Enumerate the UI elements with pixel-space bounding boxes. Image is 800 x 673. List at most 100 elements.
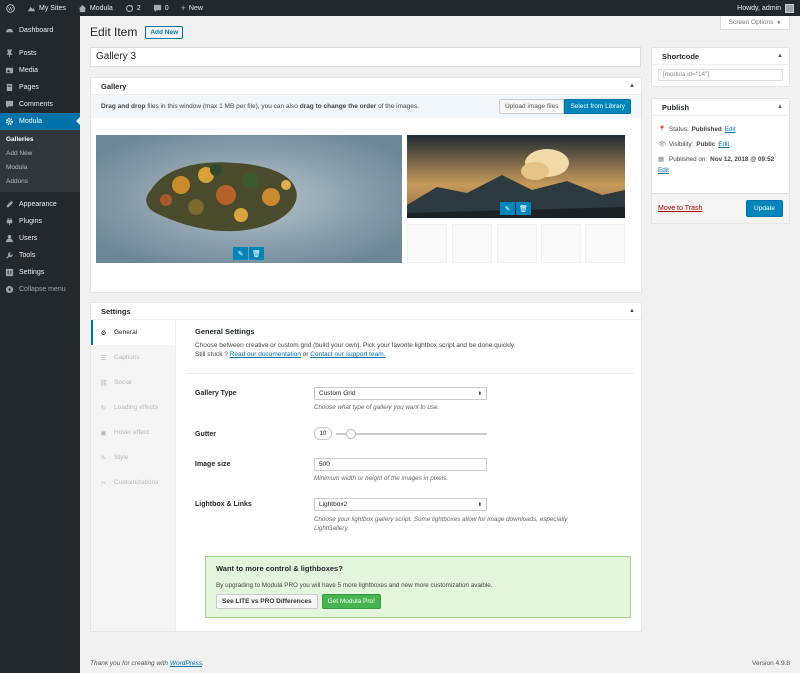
image-size-value: 500 [319,461,330,468]
comments-link[interactable]: 0 [147,0,175,16]
support-link[interactable]: Contact our support team. [310,351,385,358]
submenu-item-modula[interactable]: Modula [0,160,80,174]
sidebar-item-settings[interactable]: Settings [0,264,80,281]
account-menu[interactable]: Howdy, admin [737,3,800,13]
wp-logo[interactable]: W [0,0,21,16]
sidebar-item-label: Posts [19,50,37,57]
edit-pencil-icon[interactable]: ✎ [500,202,515,215]
select-arrows-icon: ⬍ [477,501,482,508]
settings-box-header[interactable]: Settings ▲ [91,303,641,320]
publish-title: Publish [662,102,690,112]
upload-image-files-button[interactable]: Upload image files [498,99,565,114]
edit-pencil-icon[interactable]: ✎ [233,247,248,260]
collapse-arrow-icon[interactable]: ▲ [629,308,635,314]
update-button[interactable]: Update [746,200,783,217]
get-pro-button[interactable]: Get Modula Pro! [321,594,381,609]
shortcode-box-header[interactable]: Shortcode ▲ [652,48,789,65]
promo-title: Want to more control & ligthboxes? [216,564,343,573]
sidebar-item-appearance[interactable]: Appearance [0,196,80,213]
publish-box-header[interactable]: Publish ▲ [652,99,789,116]
lightbox-hint-line-2: LightGallery. [314,525,349,532]
refresh-icon: ↻ [100,404,107,412]
footer-dot: . [202,660,204,667]
gutter-slider-track[interactable] [336,429,487,439]
upgrade-promo: Want to more control & ligthboxes? By up… [205,556,631,618]
tab-customizations[interactable]: ✂ Customizations [91,470,175,495]
desc-or: or [300,351,311,358]
sidebar-item-label: Media [19,67,39,74]
gallery-type-value: Custom Grid [319,390,356,397]
edit-visibility-link[interactable]: Edit [718,139,729,150]
sidebar-item-media[interactable]: Media [0,62,80,79]
desc-line-2: Still stuck ? [195,351,230,358]
collapse-arrow-icon[interactable]: ▲ [777,104,783,110]
tab-style[interactable]: ✎ Style [91,445,175,470]
status-value: Published [691,126,722,133]
chevron-down-icon: ▼ [776,19,782,26]
trash-icon[interactable]: 🗑 [249,247,264,260]
new-label: New [188,4,203,12]
lightbox-select[interactable]: Lightbox2 ⬍ [314,498,487,511]
my-sites-link[interactable]: My Sites [21,0,72,16]
tab-captions[interactable]: ☰ Captions [91,345,175,370]
updates-link[interactable]: 2 [119,0,147,16]
select-from-library-button[interactable]: Select from Library [564,99,631,114]
add-new-button[interactable]: Add New [145,25,184,39]
wrench-icon: ✂ [100,479,107,487]
trash-icon[interactable]: 🗑 [516,202,531,215]
collapse-arrow-icon[interactable]: ▲ [629,83,635,89]
gallery-box-title: Gallery [101,81,127,91]
gallery-image-tile[interactable]: ✎ 🗑 [96,135,402,263]
move-to-trash-link[interactable]: Move to Trash [658,205,702,212]
shortcode-field[interactable]: [modula id="14"] [658,69,783,81]
tab-hover-effect[interactable]: ▣ Hover effect [91,420,175,445]
sites-icon [27,6,36,11]
edit-date-link[interactable]: Edit [658,167,669,174]
footer-credit: Thank you for creating with WordPress. [90,660,204,667]
empty-grid-tile [541,224,581,263]
gutter-value-box[interactable]: 10 [314,427,332,440]
comment-icon [153,4,161,12]
tab-general[interactable]: ⚙ General [91,320,175,345]
general-settings-desc: Choose between creative or custom grid (… [195,341,515,359]
documentation-link[interactable]: Read our documentation [230,351,301,358]
dropzone-text-2: files in this window (max 1 MB per file)… [145,103,300,110]
submenu-item-galleries[interactable]: Galleries [0,132,80,146]
sidebar-item-users[interactable]: Users [0,230,80,247]
sidebar-item-dashboard[interactable]: Dashboard [0,22,80,39]
sidebar-item-modula[interactable]: Modula [0,113,80,130]
users-icon [5,234,14,243]
collapse-arrow-icon[interactable]: ▲ [777,53,783,59]
sidebar-item-plugins[interactable]: Plugins [0,213,80,230]
collapse-label: Collapse menu [19,286,66,293]
submenu-item-add-new[interactable]: Add New [0,146,80,160]
sidebar-item-pages[interactable]: Pages [0,79,80,96]
collapse-menu-button[interactable]: Collapse menu [0,281,80,298]
edit-status-link[interactable]: Edit [725,124,736,135]
tile-actions: ✎ 🗑 [500,202,531,215]
image-size-input[interactable]: 500 [314,458,487,471]
sidebar-item-label: Settings [19,269,45,276]
gallery-type-select[interactable]: Custom Grid ⬍ [314,387,487,400]
updates-count: 2 [136,4,141,12]
gutter-label: Gutter [195,431,216,438]
sidebar-item-posts[interactable]: Posts [0,45,80,62]
submenu-item-addons[interactable]: Addons [0,174,80,188]
screen-options-button[interactable]: Screen Options ▼ [720,16,790,30]
gutter-slider-handle[interactable] [346,429,357,439]
compare-versions-button[interactable]: See LITE vs PRO Differences [216,594,318,609]
new-link[interactable]: + New [175,0,209,16]
settings-tabs: ⚙ General ☰ Captions ⛓ Social ↻ Loading effe… [91,320,176,631]
tab-loading-effects[interactable]: ↻ Loading effects [91,395,175,420]
gallery-box-header[interactable]: Gallery ▲ [91,78,641,95]
wordpress-link[interactable]: WordPress [170,660,202,667]
gallery-image-tile[interactable]: ✎ 🗑 [407,135,625,218]
gallery-title-input[interactable]: Gallery 3 [90,47,641,67]
sidebar-item-comments[interactable]: Comments [0,96,80,113]
tab-social[interactable]: ⛓ Social [91,370,175,395]
site-link[interactable]: Modula [72,0,119,16]
eye-icon: 👁 [658,141,666,148]
status-label: Status: [669,126,689,133]
sidebar-item-tools[interactable]: Tools [0,247,80,264]
image-size-label: Image size [195,461,231,468]
